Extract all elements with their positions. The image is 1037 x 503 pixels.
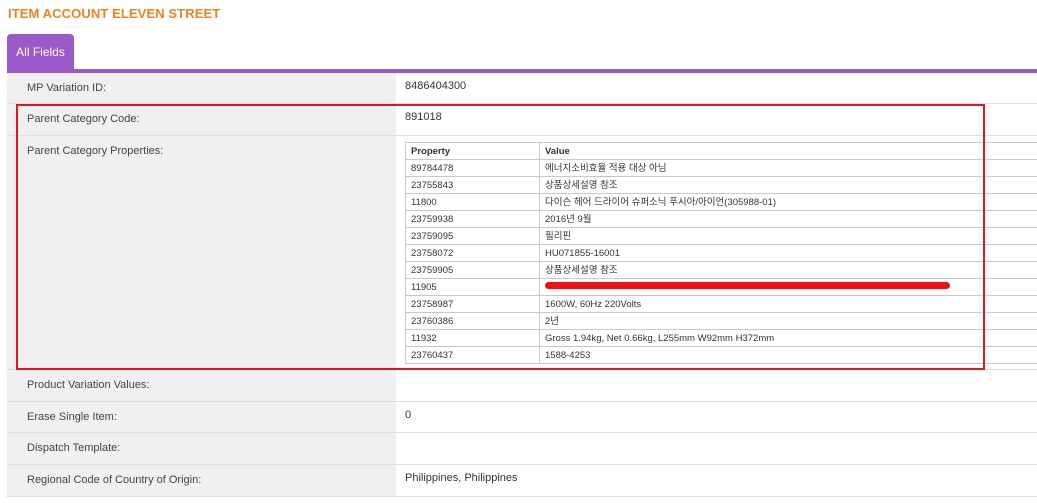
value-cell: 2년 <box>539 312 1037 330</box>
property-cell: 11905 <box>405 278 540 296</box>
field-value: Property Value 89784478 에너지소비효율 적용 대상 아님 … <box>396 136 1037 369</box>
column-header-property: Property <box>405 142 540 160</box>
value-cell: Gross 1.94kg, Net 0.66kg, L255mm W92mm H… <box>539 329 1037 347</box>
table-row: 23760437 1588-4253 <box>405 346 1037 364</box>
field-row-dispatch-template: Dispatch Template: <box>7 433 1037 465</box>
field-label: MP Variation ID: <box>7 73 396 103</box>
page-title: ITEM ACCOUNT ELEVEN STREET <box>8 6 221 21</box>
value-cell: 1600W, 60Hz 220Volts <box>539 295 1037 313</box>
property-cell: 23759905 <box>405 261 540 279</box>
field-row-parent-category-code: Parent Category Code: 891018 <box>7 104 1037 136</box>
field-value: 891018 <box>405 111 442 123</box>
value-cell: 2016년 9월 <box>539 210 1037 228</box>
properties-table: Property Value 89784478 에너지소비효율 적용 대상 아님 … <box>405 142 1037 364</box>
table-row: 23758987 1600W, 60Hz 220Volts <box>405 295 1037 313</box>
field-label: Product Variation Values: <box>7 370 396 401</box>
property-cell: 11932 <box>405 329 540 347</box>
value-cell <box>539 278 1037 296</box>
field-row-regional-code-origin: Regional Code of Country of Origin: Phil… <box>7 465 1037 497</box>
value-cell: HU071855-16001 <box>539 244 1037 262</box>
field-value: Philippines, Philippines <box>405 472 518 484</box>
value-cell: 에너지소비효율 적용 대상 아님 <box>539 159 1037 177</box>
property-cell: 23760437 <box>405 346 540 364</box>
redaction-mark <box>545 282 950 290</box>
value-cell: 1588-4253 <box>539 346 1037 364</box>
property-cell: 23758987 <box>405 295 540 313</box>
field-row-product-variation-values: Product Variation Values: <box>7 370 1037 402</box>
property-cell: 89784478 <box>405 159 540 177</box>
field-value: 8486404300 <box>405 80 467 92</box>
table-row: 89784478 에너지소비효율 적용 대상 아님 <box>405 159 1037 177</box>
value-cell: 상품상세설명 참조 <box>539 176 1037 194</box>
table-row: 23759905 상품상세설명 참조 <box>405 261 1037 279</box>
property-cell: 23759095 <box>405 227 540 245</box>
property-cell: 23755843 <box>405 176 540 194</box>
property-cell: 11800 <box>405 193 540 211</box>
field-value <box>396 370 1037 401</box>
field-label: Parent Category Code: <box>7 104 396 135</box>
table-row: 23758072 HU071855-16001 <box>405 244 1037 262</box>
property-cell: 23760386 <box>405 312 540 330</box>
fields-list: MP Variation ID: 8486404300 Parent Categ… <box>7 73 1037 497</box>
table-row: 11800 다이슨 헤어 드라이어 슈퍼소닉 푸시아/아이언(305988-01) <box>405 193 1037 211</box>
value-cell: 상품상세설명 참조 <box>539 261 1037 279</box>
table-row: 23759938 2016년 9월 <box>405 210 1037 228</box>
table-row: 23759095 필리핀 <box>405 227 1037 245</box>
table-row: 11932 Gross 1.94kg, Net 0.66kg, L255mm W9… <box>405 329 1037 347</box>
tab-all-fields[interactable]: All Fields <box>7 34 74 69</box>
value-cell: 다이슨 헤어 드라이어 슈퍼소닉 푸시아/아이언(305988-01) <box>539 193 1037 211</box>
field-label: Parent Category Properties: <box>7 136 396 369</box>
value-cell: 필리핀 <box>539 227 1037 245</box>
field-label: Dispatch Template: <box>7 433 396 464</box>
table-row: 23755843 상품상세설명 참조 <box>405 176 1037 194</box>
field-label: Regional Code of Country of Origin: <box>7 465 396 496</box>
field-value <box>396 433 1037 464</box>
field-row-erase-single-item: Erase Single Item: 0 <box>7 402 1037 433</box>
field-row-parent-category-properties: Parent Category Properties: Property Val… <box>7 136 1037 370</box>
field-row-mp-variation-id: MP Variation ID: 8486404300 <box>7 73 1037 104</box>
property-cell: 23759938 <box>405 210 540 228</box>
field-value: 0 <box>405 409 412 421</box>
column-header-value: Value <box>539 142 1037 160</box>
table-row: 23760386 2년 <box>405 312 1037 330</box>
field-label: Erase Single Item: <box>7 402 396 432</box>
table-row: 11905 <box>405 278 1037 296</box>
table-header-row: Property Value <box>405 142 1037 160</box>
property-cell: 23758072 <box>405 244 540 262</box>
